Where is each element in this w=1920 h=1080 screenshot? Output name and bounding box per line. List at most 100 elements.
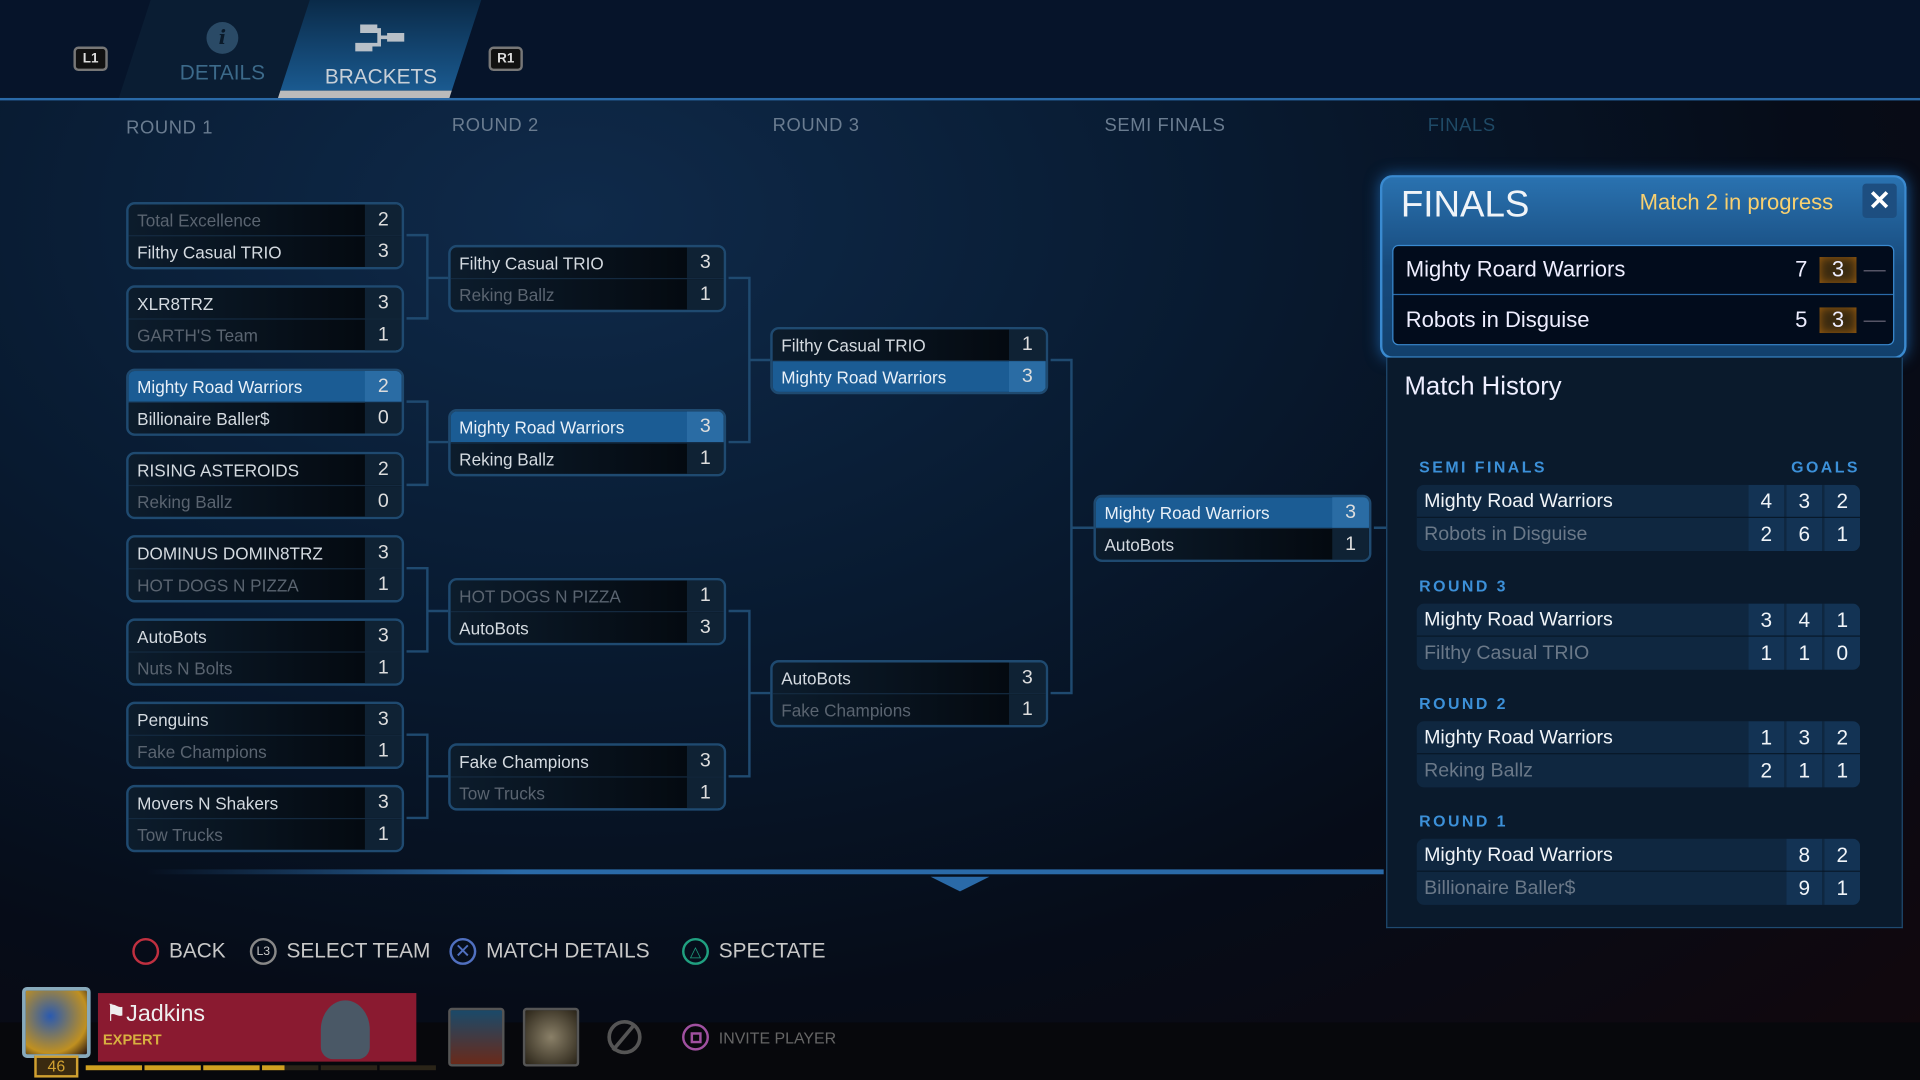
history-match[interactable]: Mighty Road Warriors 3 4 1 Filthy Casual TRI… [1416,603,1861,670]
history-team-row: Mighty Road Warriors 1 3 2 [1416,721,1861,755]
team-row: HOT DOGS N PIZZA 1 [450,580,724,613]
square-button-icon [682,1023,709,1051]
team-score: 1 [1008,329,1046,361]
finals-team-row: Robots in Disguise 5 3— [1393,295,1893,344]
cross-button-icon: ✕ [449,937,477,965]
team-name: HOT DOGS N PIZZA [459,586,621,607]
team-name: Billionaire Baller$ [137,408,270,429]
select-team-button[interactable]: L3 SELECT TEAM [249,937,430,965]
triangle-button-icon: △ [682,937,709,965]
team-row: Tow Trucks 1 [129,819,402,850]
goal-count: 6 [1786,517,1823,552]
team-row: Fake Champions 1 [129,735,402,767]
team-row: RISING ASTEROIDS 2 [128,454,402,487]
bracket-match[interactable]: Penguins 3 Fake Champions 1 [126,701,405,769]
team-row: Billionaire Baller$ 0 [129,402,402,434]
bracket-match[interactable]: DOMINUS DOMIN8TRZ 3 HOT DOGS N PIZZA 1 [126,535,405,603]
circle-button-icon [132,937,160,965]
empty-slot-icon[interactable] [607,1020,642,1055]
bracket-match[interactable]: Movers N Shakers 3 Tow Trucks 1 [126,784,405,853]
bracket-match[interactable]: Mighty Road Warriors 2 Billionaire Baller$… [126,368,405,436]
team-row: Tow Trucks 1 [451,777,724,809]
player-name: ⚑Jadkins [105,1001,206,1028]
bracket-match[interactable]: Total Excellence 2 Filthy Casual TRIO 3 [126,202,405,270]
team-score: 3 [686,612,724,643]
bracket-match[interactable]: RISING ASTEROIDS 2 Reking Ballz 0 [126,451,405,520]
goal-count: 4 [1748,484,1785,517]
xp-segment [262,1065,319,1071]
goal-count: 0 [1824,636,1861,670]
team-name: Fake Champions [137,742,267,762]
goal-count: 1 [1786,636,1823,670]
invite-player-label: INVITE PLAYER [718,1027,837,1047]
party-member-avatar[interactable] [448,1007,505,1067]
avatar[interactable] [22,986,91,1058]
history-team-row: Reking Ballz 2 1 1 [1417,754,1861,788]
goal-count: 3 [1786,721,1823,754]
game-score: — [1863,306,1886,332]
bracket-match[interactable]: Mighty Road Warriors 3 AutoBots 1 [1093,494,1372,563]
history-match[interactable]: Mighty Road Warriors 8 2 Billionaire Baller… [1416,838,1861,905]
team-name: Filthy Casual TRIO [459,253,604,274]
team-score: 3 [1332,497,1369,528]
team-row: AutoBots 3 [451,612,724,643]
xp-segment [203,1065,260,1071]
team-name: Fake Champions [781,700,911,721]
goal-count: 2 [1824,838,1861,871]
goal-count: 2 [1824,484,1861,517]
goal-count: 2 [1824,721,1861,754]
team-name: Total Excellence [137,210,262,231]
team-row: HOT DOGS N PIZZA 1 [129,569,402,601]
goal-count: 4 [1786,603,1823,636]
goal-count: 2 [1748,754,1785,788]
history-match[interactable]: Mighty Road Warriors 1 3 2 Reking Ballz 2 1 1 [1416,721,1861,788]
team-score: 3 [364,537,402,569]
l3-button-icon: L3 [249,937,277,965]
divider [146,869,1384,875]
team-name: Mighty Road Warriors [459,417,625,438]
close-button[interactable]: ✕ [1862,183,1897,218]
match-details-label: MATCH DETAILS [486,939,650,963]
bracket-match[interactable]: AutoBots 3 Fake Champions 1 [770,660,1049,728]
team-row: GARTH'S Team 1 [129,319,402,351]
team-row: Fake Champions 3 [450,745,724,778]
back-button[interactable]: BACK [132,937,226,965]
bracket-match[interactable]: AutoBots 3 Nuts N Bolts 1 [126,618,405,686]
bracket-match[interactable]: Filthy Casual TRIO 1 Mighty Road Warriors 3 [770,326,1049,395]
match-details-button[interactable]: ✕ MATCH DETAILS [449,937,650,965]
bracket-match[interactable]: Filthy Casual TRIO 3 Reking Ballz 1 [448,244,727,313]
bracket-match[interactable]: Mighty Road Warriors 3 Reking Ballz 1 [448,408,727,477]
player-level: 46 [34,1055,79,1078]
player-banner[interactable]: ⚑Jadkins EXPERT [97,993,417,1062]
history-section-label: ROUND 1 [1419,811,1508,831]
goal-count: 1 [1824,871,1861,905]
team-name: Reking Ballz [459,285,555,305]
pigeon-decal-icon [320,1000,370,1060]
scroll-down-chevron-icon[interactable] [930,876,990,892]
party-member-avatar[interactable] [522,1007,580,1067]
team-score: 0 [364,402,402,434]
team-score: 3 [364,287,402,319]
history-team-row: Mighty Road Warriors 8 2 [1416,838,1861,872]
goal-count: 2 [1748,517,1785,552]
finals-title: FINALS [1400,184,1530,226]
spectate-label: SPECTATE [718,939,826,963]
game-score: 5 [1795,306,1808,332]
team-name: HOT DOGS N PIZZA [137,575,299,596]
team-row: Mighty Road Warriors 3 [450,411,724,444]
team-score: 1 [364,569,402,601]
team-score: 0 [364,486,402,517]
xp-segment [320,1065,378,1071]
xp-segment [144,1065,201,1071]
team-score: 3 [686,411,724,443]
bracket-match[interactable]: Fake Champions 3 Tow Trucks 1 [448,743,727,811]
team-score: 1 [686,580,724,612]
invite-player-button[interactable]: INVITE PLAYER [682,1023,837,1051]
history-match[interactable]: Mighty Road Warriors 4 3 2 Robots in Disguis… [1416,484,1861,552]
goal-count: 3 [1748,603,1785,636]
game-score: 3 [1819,306,1857,333]
bracket-match[interactable]: HOT DOGS N PIZZA 1 AutoBots 3 [448,577,727,646]
bracket-match[interactable]: XLR8TRZ 3 GARTH'S Team 1 [126,285,405,353]
game-score: 3 [1819,257,1857,283]
spectate-button[interactable]: △ SPECTATE [682,937,826,965]
